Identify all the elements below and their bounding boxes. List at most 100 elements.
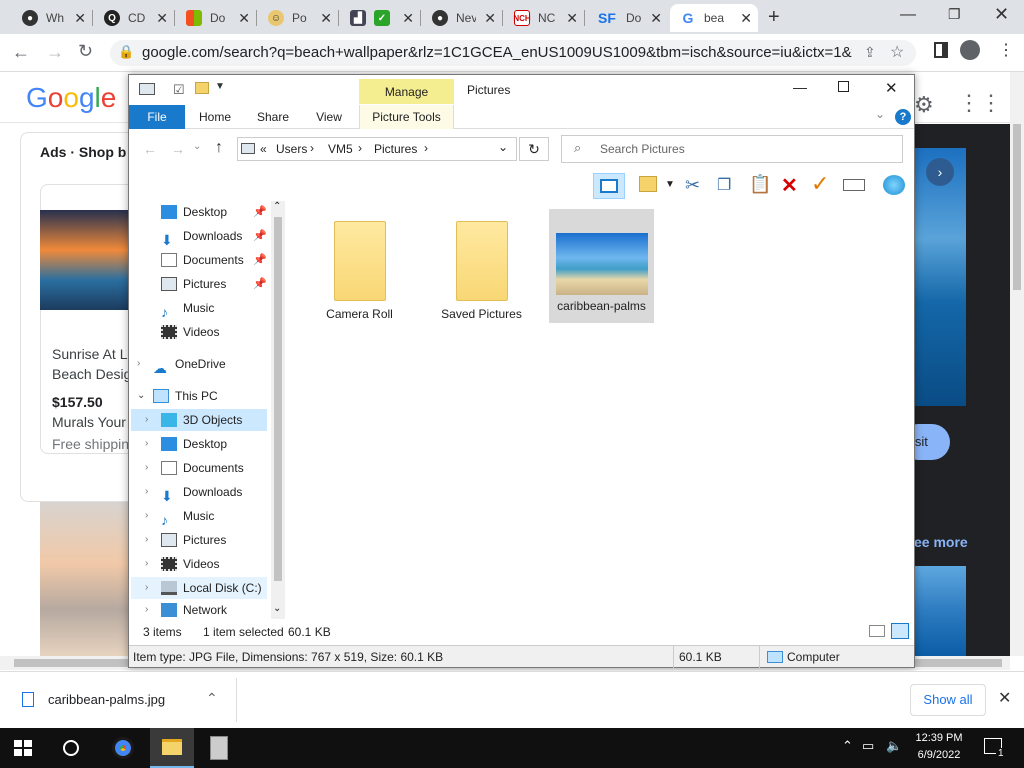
nav-documents-pinned[interactable]: Documents (161, 249, 244, 271)
chrome-taskbar-icon[interactable] (112, 737, 134, 759)
expand-chevron-icon[interactable]: › (145, 433, 161, 455)
tab-1[interactable]: Q CD ✕ (94, 4, 174, 32)
hidden-icons-chevron-icon[interactable]: ⌃ (842, 738, 853, 754)
tab-file[interactable]: File (129, 105, 185, 129)
product-title-2[interactable]: Beach Desig (52, 366, 131, 382)
pin-icon[interactable]: 📌 (253, 253, 267, 266)
breadcrumb-vm5[interactable]: VM5 (328, 142, 353, 156)
nav-onedrive[interactable]: › ☁ OneDrive (137, 353, 226, 376)
nav-pc-documents[interactable]: › Documents (145, 457, 244, 479)
close-icon[interactable]: ✕ (320, 10, 332, 27)
rename-icon[interactable] (843, 179, 865, 191)
back-icon[interactable]: ← (143, 141, 157, 157)
menu-icon[interactable]: ⋮ (998, 40, 1014, 60)
reload-icon[interactable]: ↻ (78, 41, 93, 62)
nav-this-pc[interactable]: ⌄ This PC (137, 385, 218, 407)
breadcrumb-users[interactable]: Users (276, 142, 307, 156)
product-image[interactable] (40, 210, 130, 310)
share-icon[interactable]: ⇪ (864, 44, 876, 61)
nav-pictures-pinned[interactable]: Pictures (161, 273, 226, 295)
copy-icon[interactable]: ❐ (717, 175, 731, 195)
search-box[interactable]: ⌕ Search Pictures (561, 135, 903, 163)
new-item-icon[interactable] (639, 176, 657, 192)
related-image[interactable] (914, 566, 966, 656)
clock-time[interactable]: 12:39 PM (910, 732, 968, 744)
pin-icon[interactable]: 📌 (253, 277, 267, 290)
see-more-link[interactable]: ee more (914, 534, 968, 550)
minimize-icon[interactable]: — (793, 79, 807, 95)
maximize-icon[interactable] (838, 81, 849, 92)
tab-5[interactable]: ● Nev ✕ (422, 4, 502, 32)
folder-item-camera-roll[interactable]: Camera Roll (307, 209, 412, 321)
breadcrumb-pictures[interactable]: Pictures (374, 142, 417, 156)
close-shelf-icon[interactable]: ✕ (998, 688, 1011, 708)
tab-6[interactable]: NCH NC ✕ (504, 4, 584, 32)
up-icon[interactable]: ↑ (215, 139, 223, 157)
expand-chevron-icon[interactable]: › (145, 577, 161, 599)
file-item-caribbean-palms[interactable]: caribbean-palms (549, 209, 654, 323)
url-text[interactable]: google.com/search?q=beach+wallpaper&rlz=… (142, 44, 852, 61)
manage-context-tab[interactable]: Manage (359, 79, 454, 104)
scroll-up-icon[interactable]: ⌃ (273, 201, 281, 212)
expand-chevron-icon[interactable]: › (137, 353, 153, 375)
quick-access-dropdown-icon[interactable]: ▼ (215, 81, 225, 92)
paste-icon[interactable]: 📋 (749, 174, 771, 195)
preview-pane-button[interactable] (593, 173, 625, 199)
tab-share[interactable]: Share (249, 105, 297, 129)
expand-chevron-icon[interactable]: › (145, 481, 161, 503)
cortana-icon[interactable] (63, 740, 79, 756)
ribbon-expand-icon[interactable]: ⌄ (875, 107, 885, 121)
minimize-icon[interactable]: — (900, 6, 916, 24)
expand-chevron-icon[interactable]: › (145, 457, 161, 479)
nav-pc-videos[interactable]: › Videos (145, 553, 219, 575)
nav-network[interactable]: › Network (145, 603, 227, 617)
expand-chevron-icon[interactable]: › (145, 409, 161, 431)
download-filename[interactable]: caribbean-palms.jpg (48, 692, 165, 707)
pin-icon[interactable]: 📌 (253, 229, 267, 242)
clock-date[interactable]: 6/9/2022 (910, 749, 968, 761)
expand-chevron-icon[interactable]: › (145, 553, 161, 575)
close-icon[interactable]: ✕ (402, 10, 414, 27)
tab-view[interactable]: View (305, 105, 353, 129)
nav-desktop-pinned[interactable]: Desktop (161, 201, 227, 223)
forward-icon[interactable]: → (171, 141, 185, 157)
settings-icon[interactable]: ⚙ (914, 92, 934, 118)
close-icon[interactable]: ✕ (740, 10, 752, 27)
network-tray-icon[interactable]: ▭ (862, 738, 874, 754)
result-image[interactable] (40, 502, 130, 656)
close-icon[interactable]: ✕ (885, 79, 898, 97)
tab-4[interactable]: ▟ ✓ ✕ (340, 4, 420, 32)
tab-home[interactable]: Home (191, 105, 239, 129)
details-view-icon[interactable] (869, 625, 885, 637)
expand-chevron-icon[interactable]: › (145, 603, 161, 617)
volume-icon[interactable]: 🔈 (886, 738, 902, 754)
globe-icon[interactable] (883, 175, 905, 195)
close-icon[interactable]: ✕ (74, 10, 86, 27)
rename-check-icon[interactable]: ✓ (811, 171, 829, 197)
tab-2[interactable]: Do ✕ (176, 4, 256, 32)
show-all-button[interactable]: Show all (910, 684, 986, 716)
close-icon[interactable]: ✕ (238, 10, 250, 27)
recent-dropdown-icon[interactable]: ⌄ (193, 141, 201, 152)
close-icon[interactable]: ✕ (650, 10, 662, 27)
close-icon[interactable]: ✕ (156, 10, 168, 27)
new-folder-icon[interactable] (195, 82, 209, 94)
properties-icon[interactable]: ☑ (173, 82, 185, 98)
nav-downloads-pinned[interactable]: ⬇ Downloads (161, 225, 242, 248)
tab-8-active[interactable]: G bea ✕ (670, 4, 758, 32)
next-icon[interactable]: › (926, 158, 954, 186)
bookmark-star-icon[interactable]: ☆ (890, 42, 904, 62)
restore-icon[interactable]: ❐ (948, 6, 961, 23)
tab-7[interactable]: SF Do ✕ (586, 4, 668, 32)
nav-scrollbar[interactable]: ⌃ ⌄ (271, 201, 285, 619)
nav-pc-music[interactable]: › ♪ Music (145, 505, 214, 528)
product-title-1[interactable]: Sunrise At L (52, 346, 128, 362)
tab-0[interactable]: ● Wh ✕ (12, 4, 92, 32)
nav-pc-desktop[interactable]: › Desktop (145, 433, 227, 455)
apps-icon[interactable]: ⋮⋮ (958, 90, 1002, 116)
app-taskbar-icon[interactable] (210, 736, 228, 760)
cut-icon[interactable]: ✂ (685, 175, 700, 196)
page-vscrollbar[interactable] (1010, 72, 1024, 656)
expand-chevron-icon[interactable]: › (145, 529, 161, 551)
large-icons-view-icon[interactable] (891, 623, 909, 639)
